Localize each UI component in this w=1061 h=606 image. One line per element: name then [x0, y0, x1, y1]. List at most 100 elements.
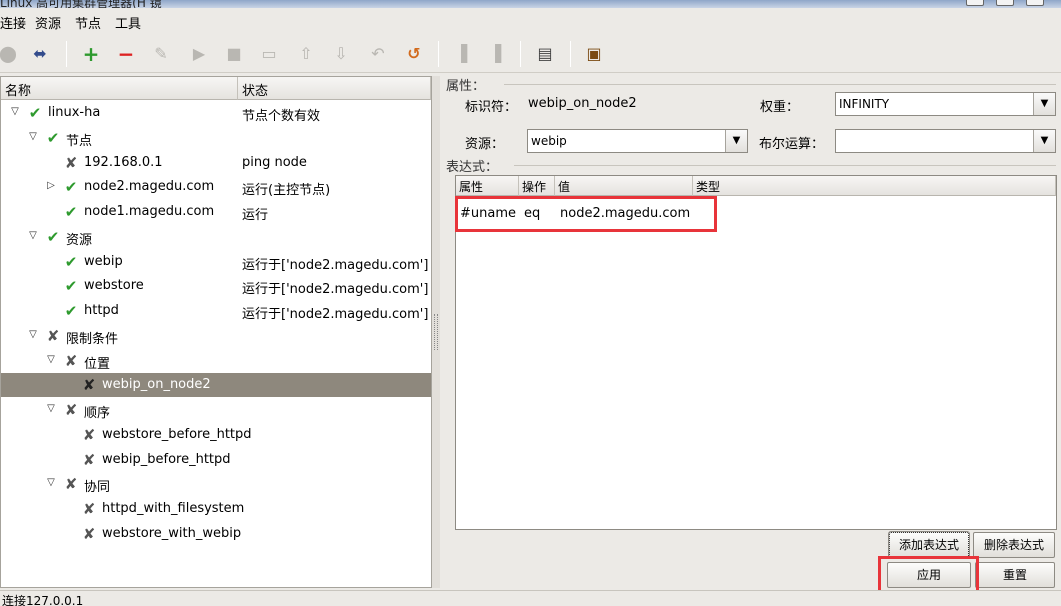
- tree-row-label: webip_before_httpd: [102, 451, 231, 467]
- tree-row[interactable]: ▷ ✔ node2.magedu.com 运行(主控节点): [1, 175, 431, 199]
- boolean-op-combo[interactable]: ▼: [835, 129, 1056, 153]
- menu-resource[interactable]: 资源: [35, 13, 61, 32]
- maximize-button[interactable]: [996, 0, 1014, 6]
- dropdown-arrow-icon[interactable]: ▼: [1033, 130, 1055, 152]
- reset-button[interactable]: 重置: [975, 562, 1055, 588]
- undo-icon[interactable]: ↶: [366, 42, 390, 66]
- check-icon: ✔: [28, 104, 42, 122]
- tree-row[interactable]: ▽ ✔ 资源: [1, 225, 431, 249]
- tool-icon: ✘: [82, 376, 96, 395]
- disconnect-icon[interactable]: ⬌: [28, 42, 52, 66]
- expr-column-op[interactable]: 操作: [519, 176, 555, 196]
- tree-row[interactable]: ✘ webip_before_httpd: [1, 448, 431, 472]
- tree-row[interactable]: ▽ ✘ 顺序: [1, 398, 431, 422]
- check-icon: ✔: [64, 302, 78, 320]
- resource-tree[interactable]: 名称 状态 ▽ ✔ linux-ha 节点个数有效 ▽ ✔ 节点 ✘ 192.168.0.1 pi…: [0, 76, 432, 588]
- stop-icon[interactable]: ■: [222, 42, 246, 66]
- tree-row[interactable]: ✘ httpd_with_filesystem: [1, 497, 431, 521]
- properties-group-label: 属性：: [444, 75, 488, 94]
- tree-row[interactable]: ✔ webip 运行于['node2.magedu.com']: [1, 250, 431, 274]
- tree-row[interactable]: ✔ httpd 运行于['node2.magedu.com']: [1, 299, 431, 323]
- resource-combo[interactable]: webip ▼: [527, 129, 748, 153]
- expander-open-icon[interactable]: ▽: [27, 131, 39, 142]
- tree-row[interactable]: ▽ ✘ 位置: [1, 349, 431, 373]
- tree-row[interactable]: ✘ webstore_before_httpd: [1, 423, 431, 447]
- tree-row[interactable]: ✔ webstore 运行于['node2.magedu.com']: [1, 274, 431, 298]
- pane-splitter[interactable]: [432, 76, 440, 588]
- weight-combo[interactable]: INFINITY ▼: [835, 92, 1056, 116]
- add-icon[interactable]: +: [79, 42, 103, 66]
- menu-connect[interactable]: 连接: [0, 13, 26, 32]
- expander-open-icon[interactable]: ▽: [45, 354, 57, 365]
- connect-icon[interactable]: ⬤: [0, 42, 20, 66]
- expr-column-type[interactable]: 类型: [693, 176, 1056, 196]
- expander-open-icon[interactable]: ▽: [45, 477, 57, 488]
- expr-column-value[interactable]: 值: [555, 176, 693, 196]
- start-icon[interactable]: ▶: [187, 42, 211, 66]
- check-icon: ✔: [46, 227, 60, 246]
- tree-row-label: 协同: [84, 480, 111, 496]
- toolbar-separator: [570, 41, 571, 67]
- cleanup-icon[interactable]: ✎: [149, 42, 173, 66]
- tree-row[interactable]: ✘ webstore_with_webip: [1, 522, 431, 546]
- id-value: webip_on_node2: [528, 96, 637, 111]
- tree-row-label: webstore_with_webip: [102, 525, 242, 541]
- remove-icon[interactable]: −: [114, 42, 138, 66]
- refresh-icon[interactable]: ↺: [402, 42, 426, 66]
- minimize-button[interactable]: [966, 0, 984, 6]
- title-bar: Linux 高可用集群管理器(H 镜: [0, 0, 1061, 8]
- move-down-icon[interactable]: ⇩: [329, 42, 353, 66]
- check-icon: ✔: [64, 277, 78, 296]
- tree-row-label: 限制条件: [66, 331, 119, 347]
- standby-icon[interactable]: ▐: [449, 42, 473, 66]
- menu-tools[interactable]: 工具: [115, 13, 141, 32]
- toolbar-separator: [520, 41, 521, 67]
- expander-open-icon[interactable]: ▽: [27, 329, 39, 340]
- expr-column-attr[interactable]: 属性: [456, 176, 519, 196]
- tree-row[interactable]: ▽ ✘ 限制条件: [1, 324, 431, 348]
- toolbar-separator: [438, 41, 439, 67]
- active-icon[interactable]: ▐: [483, 42, 507, 66]
- check-icon: ✔: [46, 128, 60, 147]
- tree-row-label: 顺序: [84, 406, 111, 421]
- expander-open-icon[interactable]: ▽: [27, 230, 39, 241]
- tree-row-status: 节点个数有效: [242, 109, 321, 124]
- default-icon[interactable]: ▭: [257, 42, 281, 66]
- expander-closed-icon[interactable]: ▷: [45, 180, 57, 191]
- check-icon: ✔: [64, 178, 78, 197]
- tree-row-label: httpd: [84, 303, 119, 318]
- expander-open-icon[interactable]: ▽: [45, 403, 57, 414]
- add-expression-button[interactable]: 添加表达式: [888, 531, 970, 559]
- column-header-status[interactable]: 状态: [238, 77, 431, 100]
- tree-row-label: 192.168.0.1: [84, 154, 163, 170]
- expression-group-line: [514, 165, 1056, 166]
- menu-node[interactable]: 节点: [75, 13, 101, 32]
- tree-row-status: 运行于['node2.magedu.com']: [242, 282, 429, 298]
- move-up-icon[interactable]: ⇧: [294, 42, 318, 66]
- dropdown-arrow-icon[interactable]: ▼: [725, 130, 747, 152]
- boolean-op-label: 布尔运算：: [759, 137, 825, 152]
- column-header-name[interactable]: 名称: [1, 77, 238, 100]
- resource-value: webip: [531, 134, 567, 148]
- tree-row[interactable]: ▽ ✔ linux-ha 节点个数有效: [1, 101, 431, 125]
- tree-row[interactable]: ▽ ✘ 协同: [1, 472, 431, 496]
- delete-expression-button[interactable]: 删除表达式: [973, 532, 1055, 558]
- dropdown-arrow-icon[interactable]: ▼: [1033, 93, 1055, 115]
- status-text: 连接127.0.0.1: [2, 594, 84, 606]
- tree-row-label: webip_on_node2: [102, 377, 211, 393]
- tool-icon: ✘: [64, 153, 78, 172]
- properties-group-line: [504, 84, 1056, 85]
- log-icon[interactable]: ▤: [533, 42, 557, 66]
- tree-row-status: 运行: [242, 208, 269, 223]
- expression-highlight-box: [455, 196, 717, 232]
- tree-row[interactable]: ▽ ✔ 节点: [1, 126, 431, 150]
- id-label: 标识符：: [465, 100, 518, 115]
- tree-row[interactable]: ✔ node1.magedu.com 运行: [1, 200, 431, 224]
- expander-open-icon[interactable]: ▽: [9, 106, 21, 117]
- exit-icon[interactable]: ▣: [582, 42, 606, 66]
- tree-row[interactable]: ✘ webip_on_node2: [1, 373, 431, 398]
- tool-icon: ✘: [64, 351, 78, 370]
- tree-row[interactable]: ✘ 192.168.0.1 ping node: [1, 151, 431, 175]
- tree-row-status: 运行于['node2.magedu.com']: [242, 257, 429, 273]
- close-button[interactable]: [1026, 0, 1044, 6]
